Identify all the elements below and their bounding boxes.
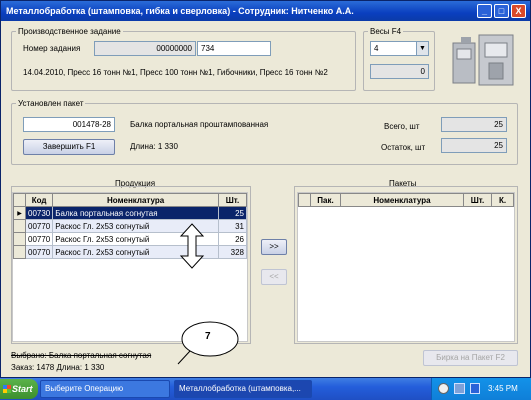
row-code[interactable]: 00770 [24,232,54,246]
row-code[interactable]: 00770 [24,245,54,259]
package-name: Балка портальная проштампованная [130,120,269,129]
selected-item-text: Выбрано: Балка портальная согнутая [11,351,152,360]
taskbar: Start Выберите Операцию Металлобработка … [0,378,531,400]
package-group: Установлен пакет [11,99,518,165]
taskbar-item-metalwork[interactable]: Металлобработка (штамповка,... [174,380,312,398]
clock[interactable]: 3:45 PM [488,384,518,393]
tray-network-icon[interactable] [454,383,465,394]
tray-status-icon[interactable] [438,383,449,394]
scales-weight-field: 0 [370,64,429,79]
row-qty[interactable]: 26 [218,232,247,246]
row-header [13,232,26,246]
row-qty[interactable]: 31 [218,219,247,233]
row-header-corner [298,193,311,207]
row-qty[interactable]: 328 [218,245,247,259]
main-window: Металлобработка (штамповка, гибка и свер… [0,0,531,378]
table-row[interactable]: 00770 Раскос Гл. 2х53 согнутый 26 [13,232,247,246]
column-header-name[interactable]: Номенклатура [340,193,464,207]
job-number-label: Номер задания [23,44,81,53]
column-header-qty[interactable]: Шт. [218,193,247,207]
minimize-button[interactable]: _ [477,4,492,18]
scales-legend: Весы F4 [370,27,402,36]
row-header [13,245,26,259]
start-button[interactable]: Start [0,379,38,399]
remain-label: Остаток, шт [381,143,426,152]
order-info-text: Заказ: 1478 Длина: 1 330 [11,363,105,372]
package-legend: Установлен пакет [18,99,84,108]
column-header-code[interactable]: Код [24,193,54,207]
column-header-name[interactable]: Номенклатура [52,193,219,207]
column-header-qty[interactable]: Шт. [463,193,492,207]
tag-packet-button[interactable]: Бирка на Пакет F2 [423,350,518,366]
maximize-button[interactable]: □ [494,4,509,18]
package-code-field[interactable]: 001478-28 [23,117,115,132]
row-code[interactable]: 00770 [24,219,54,233]
table-row[interactable]: ▶ 00730 Балка портальная согнутая 25 [13,206,247,220]
close-button[interactable]: X [511,4,526,18]
packets-table-container: Пак. Номенклатура Шт. К. [297,192,515,342]
scales-image [449,29,519,89]
job-number-suffix-field[interactable]: 734 [197,41,271,56]
row-qty[interactable]: 25 [218,206,247,220]
taskbar-item-operation[interactable]: Выберите Операцию [40,380,170,398]
annotation-number: 7 [205,331,211,342]
column-header-k[interactable]: К. [491,193,514,207]
finish-button[interactable]: Завершить F1 [23,139,115,155]
system-tray: 3:45 PM [431,378,531,400]
row-name[interactable]: Балка портальная согнутая [52,206,219,220]
total-field: 25 [441,117,507,132]
row-pointer-icon: ▶ [13,206,26,220]
job-legend: Производственное задание [18,27,121,36]
windows-logo-icon [3,385,11,393]
packets-table: Пак. Номенклатура Шт. К. [298,193,514,207]
products-table: Код Номенклатура Шт. ▶ 00730 Балка порта… [13,193,247,259]
double-arrow-icon [179,223,205,269]
job-number-field[interactable]: 00000000 [94,41,196,56]
row-header [13,219,26,233]
row-header-corner [13,193,26,207]
job-description: 14.04.2010, Пресс 16 тонн №1, Пресс 100 … [23,68,328,77]
row-code[interactable]: 00730 [24,206,54,220]
start-label: Start [12,384,33,394]
remain-field: 25 [441,138,507,153]
move-left-button[interactable]: << [261,269,287,285]
job-group: Производственное задание [11,27,356,91]
move-right-button[interactable]: >> [261,239,287,255]
table-row[interactable]: 00770 Раскос Гл. 2х53 согнутый 328 [13,245,247,259]
table-row[interactable]: 00770 Раскос Гл. 2х53 согнутый 31 [13,219,247,233]
package-length: Длина: 1 330 [130,142,178,151]
scales-select[interactable]: 4 ▼ [370,41,429,56]
column-header-packet[interactable]: Пак. [310,193,341,207]
title-bar[interactable]: Металлобработка (штамповка, гибка и свер… [1,1,530,21]
tray-volume-icon[interactable] [470,383,480,394]
scales-selected-value: 4 [374,44,379,53]
scales-group: Весы F4 [363,27,435,91]
annotation-callout [176,320,240,366]
window-title: Металлобработка (штамповка, гибка и свер… [6,6,354,16]
chevron-down-icon[interactable]: ▼ [416,42,428,55]
total-label: Всего, шт [384,122,420,131]
